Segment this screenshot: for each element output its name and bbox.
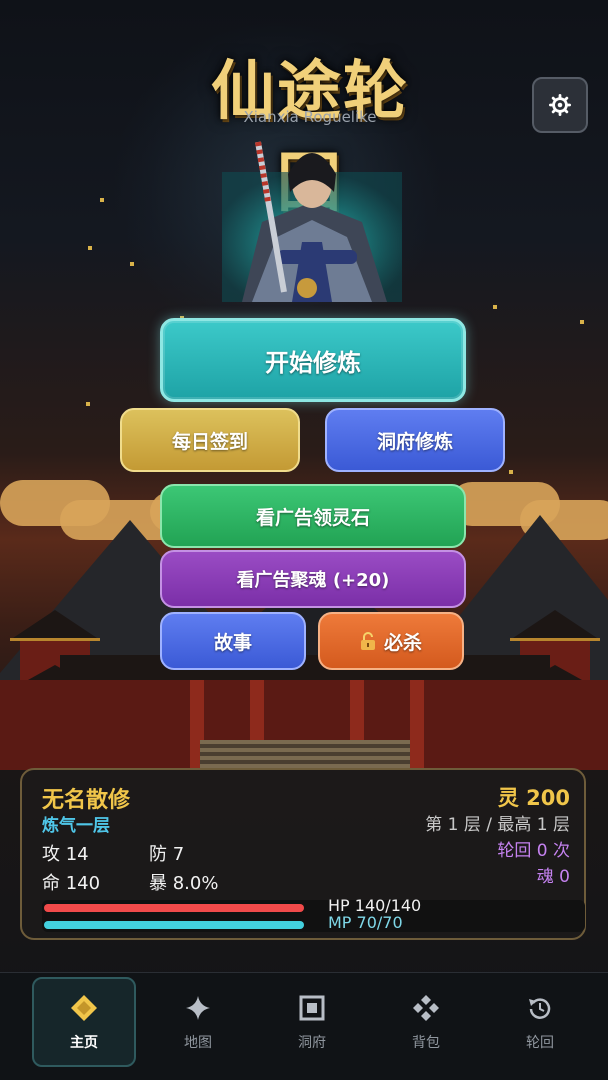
temple-pillar: [410, 680, 424, 770]
lock-icon: [360, 632, 376, 650]
soul-count: 魂 0: [536, 867, 570, 887]
nav-label: 背包: [412, 1035, 440, 1051]
star-particle: [509, 470, 513, 474]
ultimate-label: 必杀: [383, 631, 422, 654]
nav-label: 地图: [184, 1035, 212, 1051]
star-particle: [580, 320, 584, 324]
nav-item-rebirth[interactable]: 轮回: [488, 977, 592, 1067]
cave-training-button[interactable]: 洞府修炼: [325, 408, 505, 472]
spirit-stone-count: 灵 200: [497, 786, 570, 810]
ad-spirit-stone-button[interactable]: 看广告领灵石: [160, 484, 466, 548]
mp-label: MP 70/70: [328, 913, 403, 932]
nav-item-home[interactable]: 主页: [32, 977, 136, 1067]
temple-steps: [200, 740, 410, 770]
nav-item-cave[interactable]: 洞府: [260, 977, 364, 1067]
player-realm: 炼气一层: [42, 816, 110, 836]
player-status-panel: 无名散修 炼气一层 攻 14 防 7 命 140 暴 8.0% 灵 200 第 …: [20, 768, 586, 940]
cycle-icon: [529, 998, 551, 1019]
floor-progress: 第 1 层 / 最高 1 层: [425, 815, 570, 835]
mp-bar: [44, 921, 304, 929]
hp-bar: [44, 904, 304, 912]
nav-label: 轮回: [526, 1035, 554, 1051]
rebirth-count: 轮回 0 次: [497, 841, 570, 861]
diamond-icon: [71, 995, 97, 1021]
gear-icon: [549, 94, 571, 116]
mp-bar-fill: [44, 921, 304, 929]
ultimate-button[interactable]: 必杀: [318, 612, 464, 670]
nav-label: 主页: [70, 1035, 98, 1051]
story-button[interactable]: 故事: [160, 612, 306, 670]
crit-stat: 暴 8.0%: [149, 873, 219, 894]
ad-soul-button[interactable]: 看广告聚魂 (+20): [160, 550, 466, 608]
sparkle-icon: [186, 996, 210, 1020]
hp-bar-fill: [44, 904, 304, 912]
star-particle: [86, 402, 90, 406]
daily-checkin-button[interactable]: 每日签到: [120, 408, 300, 472]
attack-stat: 攻 14: [42, 844, 89, 865]
player-name: 无名散修: [42, 788, 131, 813]
nav-item-bag[interactable]: 背包: [374, 977, 478, 1067]
bottom-nav: 主页 地图 洞府 背包 轮回: [0, 972, 608, 1080]
game-subtitle: Xianxia Roguelike: [243, 108, 377, 126]
settings-button[interactable]: [532, 77, 588, 133]
star-particle: [100, 198, 104, 202]
start-cultivation-button[interactable]: 开始修炼: [160, 318, 466, 402]
star-particle: [130, 262, 134, 266]
square-icon: [299, 995, 325, 1021]
star-particle: [493, 305, 497, 309]
hero-portrait: [222, 141, 402, 302]
nav-item-map[interactable]: 地图: [146, 977, 250, 1067]
life-stat: 命 140: [42, 873, 101, 894]
defense-stat: 防 7: [149, 844, 185, 865]
nav-label: 洞府: [298, 1035, 326, 1051]
star-particle: [88, 246, 92, 250]
cluster-icon: [413, 995, 439, 1021]
